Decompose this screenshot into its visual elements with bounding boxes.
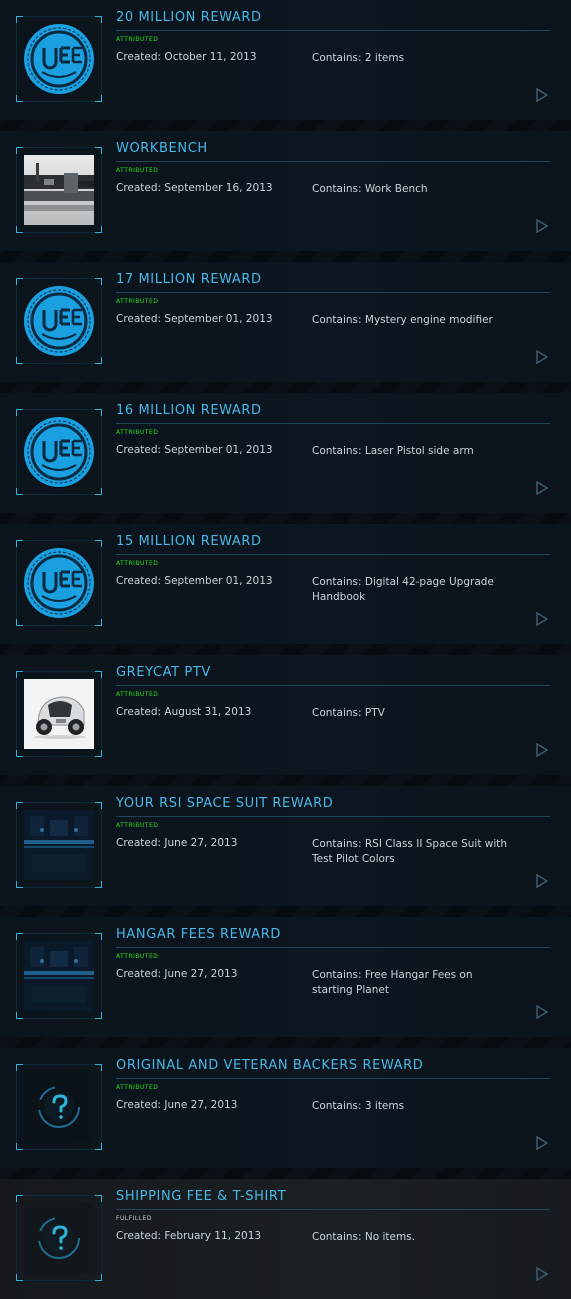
expand-arrow-icon[interactable] <box>536 480 549 496</box>
pledge-thumbnail <box>16 671 102 757</box>
created-date: Created: October 11, 2013 <box>116 51 257 63</box>
uee-logo-icon <box>24 417 94 487</box>
hangar-interior-photo <box>24 941 94 1011</box>
created-date: Created: August 31, 2013 <box>116 706 252 718</box>
question-mark-icon <box>24 1203 94 1273</box>
contains-text: Contains: Mystery engine modifier <box>312 314 493 326</box>
created-date: Created: September 01, 2013 <box>116 444 273 456</box>
expand-arrow-icon[interactable] <box>536 218 549 234</box>
question-mark-icon <box>24 1072 94 1142</box>
pledge-title[interactable]: HANGAR FEES REWARD <box>116 927 281 942</box>
status-badge: ATTRIBUTED <box>116 822 159 829</box>
status-badge: ATTRIBUTED <box>116 953 159 960</box>
pledge-thumbnail <box>16 540 102 626</box>
contains-text: Contains: Work Bench <box>312 183 428 195</box>
contains-text: Contains: PTV <box>312 707 385 719</box>
created-date: Created: September 01, 2013 <box>116 313 273 325</box>
uee-logo-icon <box>24 24 94 94</box>
title-divider <box>116 1078 550 1079</box>
pledge-item[interactable]: 20 MILLION REWARD ATTRIBUTED Created: Oc… <box>0 0 571 120</box>
uee-logo-icon <box>24 286 94 356</box>
title-divider <box>116 685 550 686</box>
title-divider <box>116 30 550 31</box>
pledge-title[interactable]: WORKBENCH <box>116 141 208 156</box>
expand-arrow-icon[interactable] <box>536 742 549 758</box>
status-badge: ATTRIBUTED <box>116 36 159 43</box>
pledge-title[interactable]: 17 MILLION REWARD <box>116 272 262 287</box>
pledge-title[interactable]: GREYCAT PTV <box>116 665 211 680</box>
created-date: Created: June 27, 2013 <box>116 968 238 980</box>
pledge-item[interactable]: 17 MILLION REWARD ATTRIBUTED Created: Se… <box>0 262 571 382</box>
status-badge: FULFILLED <box>116 1215 153 1222</box>
created-date: Created: September 01, 2013 <box>116 575 273 587</box>
expand-arrow-icon[interactable] <box>536 873 549 889</box>
title-divider <box>116 292 550 293</box>
pledge-title[interactable]: YOUR RSI SPACE SUIT REWARD <box>116 796 333 811</box>
pledge-item[interactable]: ORIGINAL AND VETERAN BACKERS REWARD ATTR… <box>0 1048 571 1168</box>
contains-text: Contains: RSI Class II Space Suit with T… <box>312 838 508 865</box>
status-badge: ATTRIBUTED <box>116 429 159 436</box>
expand-arrow-icon[interactable] <box>536 611 549 627</box>
expand-arrow-icon[interactable] <box>536 1004 549 1020</box>
created-date: Created: June 27, 2013 <box>116 837 238 849</box>
pledge-title[interactable]: 20 MILLION REWARD <box>116 10 262 25</box>
pledge-item[interactable]: GREYCAT PTV ATTRIBUTED Created: August 3… <box>0 655 571 775</box>
pledge-title[interactable]: ORIGINAL AND VETERAN BACKERS REWARD <box>116 1058 423 1073</box>
contains-text: Contains: 2 items <box>312 52 405 64</box>
pledge-item[interactable]: SHIPPING FEE & T-SHIRT FULFILLED Created… <box>0 1179 571 1299</box>
pledge-item[interactable]: YOUR RSI SPACE SUIT REWARD ATTRIBUTED Cr… <box>0 786 571 906</box>
title-divider <box>116 423 550 424</box>
expand-arrow-icon[interactable] <box>536 1135 549 1151</box>
greycat-ptv-photo <box>24 679 94 749</box>
expand-arrow-icon[interactable] <box>536 349 549 365</box>
status-badge: ATTRIBUTED <box>116 691 159 698</box>
expand-arrow-icon[interactable] <box>536 87 549 103</box>
status-badge: ATTRIBUTED <box>116 167 159 174</box>
pledge-title[interactable]: SHIPPING FEE & T-SHIRT <box>116 1189 286 1204</box>
hangar-interior-photo <box>24 810 94 880</box>
status-badge: ATTRIBUTED <box>116 560 159 567</box>
pledge-title[interactable]: 16 MILLION REWARD <box>116 403 262 418</box>
pledge-item[interactable]: HANGAR FEES REWARD ATTRIBUTED Created: J… <box>0 917 571 1037</box>
contains-text: Contains: Laser Pistol side arm <box>312 445 474 457</box>
created-date: Created: June 27, 2013 <box>116 1099 238 1111</box>
pledge-thumbnail <box>16 409 102 495</box>
pledge-list: 20 MILLION REWARD ATTRIBUTED Created: Oc… <box>0 0 571 1299</box>
pledge-item[interactable]: WORKBENCH ATTRIBUTED Created: September … <box>0 131 571 251</box>
pledge-thumbnail <box>16 1195 102 1281</box>
pledge-thumbnail <box>16 16 102 102</box>
created-date: Created: February 11, 2013 <box>116 1230 262 1242</box>
expand-arrow-icon[interactable] <box>536 1266 549 1282</box>
title-divider <box>116 816 550 817</box>
contains-text: Contains: No items. <box>312 1231 416 1243</box>
title-divider <box>116 554 550 555</box>
status-badge: ATTRIBUTED <box>116 298 159 305</box>
contains-text: Contains: Free Hangar Fees on starting P… <box>312 969 473 996</box>
title-divider <box>116 1209 550 1210</box>
title-divider <box>116 947 550 948</box>
pledge-item[interactable]: 16 MILLION REWARD ATTRIBUTED Created: Se… <box>0 393 571 513</box>
pledge-item[interactable]: 15 MILLION REWARD ATTRIBUTED Created: Se… <box>0 524 571 644</box>
pledge-thumbnail <box>16 147 102 233</box>
status-badge: ATTRIBUTED <box>116 1084 159 1091</box>
pledge-thumbnail <box>16 933 102 1019</box>
contains-text: Contains: 3 items <box>312 1100 405 1112</box>
contains-text: Contains: Digital 42-page Upgrade Handbo… <box>312 576 494 603</box>
uee-logo-icon <box>24 548 94 618</box>
created-date: Created: September 16, 2013 <box>116 182 273 194</box>
pledge-thumbnail <box>16 802 102 888</box>
pledge-thumbnail <box>16 1064 102 1150</box>
pledge-thumbnail <box>16 278 102 364</box>
workbench-photo <box>24 155 94 225</box>
pledge-title[interactable]: 15 MILLION REWARD <box>116 534 262 549</box>
title-divider <box>116 161 550 162</box>
